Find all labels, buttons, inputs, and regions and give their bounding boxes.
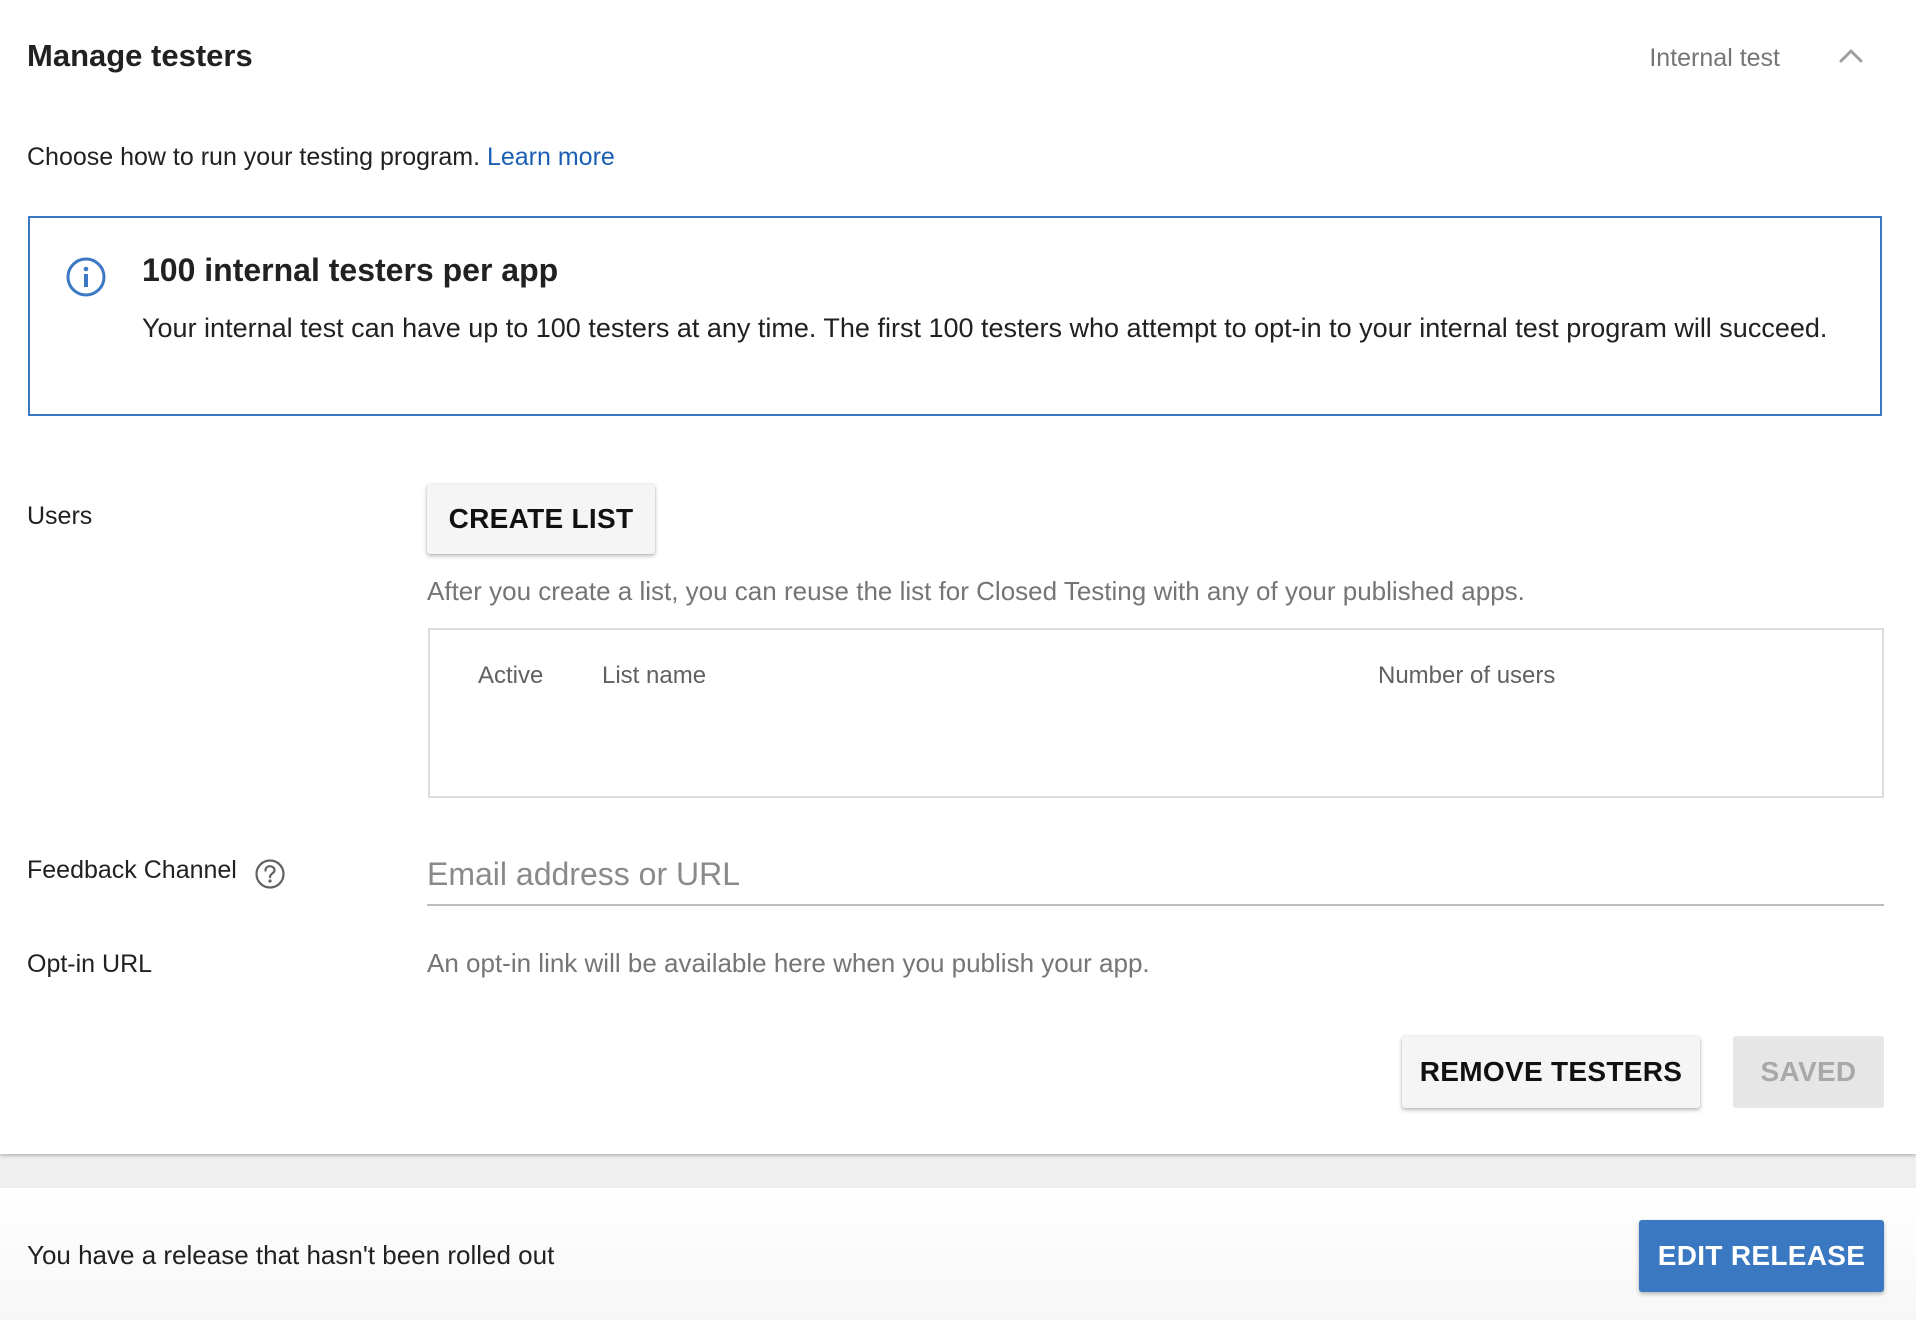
feedback-channel-input[interactable]	[427, 844, 1884, 906]
opt-in-url-text: An opt-in link will be available here wh…	[427, 948, 1150, 978]
column-header-number-of-users: Number of users	[1378, 662, 1556, 689]
section-gap	[0, 1154, 1916, 1188]
manage-testers-card: Manage testers Internal test Choose how …	[0, 0, 1916, 1154]
remove-testers-button[interactable]: REMOVE TESTERS	[1402, 1036, 1700, 1108]
info-icon	[66, 257, 106, 297]
create-list-hint: After you create a list, you can reuse t…	[427, 576, 1525, 606]
users-label: Users	[27, 502, 93, 530]
chevron-up-icon[interactable]	[1838, 46, 1864, 64]
info-box: 100 internal testers per app Your intern…	[28, 216, 1882, 416]
page-title: Manage testers	[27, 38, 253, 73]
info-body: Your internal test can have up to 100 te…	[142, 313, 1828, 343]
info-title: 100 internal testers per app	[142, 252, 559, 288]
release-notice: You have a release that hasn't been roll…	[27, 1240, 555, 1270]
track-label: Internal test	[1649, 44, 1780, 72]
intro-text-label: Choose how to run your testing program.	[27, 143, 481, 171]
column-header-active: Active	[478, 662, 544, 689]
tester-lists-table: Active List name Number of users	[428, 628, 1884, 798]
create-list-button[interactable]: CREATE LIST	[427, 484, 655, 554]
opt-in-url-label: Opt-in URL	[27, 950, 153, 978]
edit-release-button[interactable]: EDIT RELEASE	[1639, 1220, 1884, 1292]
intro-text: Choose how to run your testing program. …	[27, 143, 615, 172]
release-footer: You have a release that hasn't been roll…	[0, 1188, 1916, 1320]
column-header-list-name: List name	[602, 662, 707, 689]
feedback-channel-label: Feedback Channel	[27, 856, 237, 884]
saved-button: SAVED	[1733, 1036, 1884, 1108]
learn-more-link[interactable]: Learn more	[487, 143, 615, 171]
help-circle-icon[interactable]	[254, 858, 286, 890]
